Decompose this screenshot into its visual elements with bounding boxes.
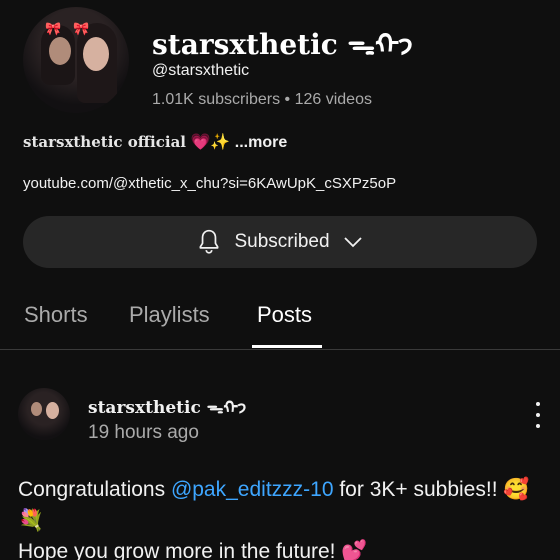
channel-name-suffix: ᯓᡣ𐭩 xyxy=(347,28,413,61)
mention-link[interactable]: @pak_editzzz-10 xyxy=(171,478,334,501)
channel-avatar[interactable]: 🎀 🎀 xyxy=(23,7,129,113)
channel-title: starsxthetic ᯓᡣ𐭩 xyxy=(152,14,413,64)
chevron-down-icon xyxy=(343,237,362,248)
tab-shorts[interactable]: Shorts xyxy=(24,302,88,328)
channel-description[interactable]: starsxthetic official 💗✨ ...more xyxy=(23,132,287,152)
post-author-name: starsxthetic xyxy=(88,398,201,418)
channel-tabs: Shorts Playlists Posts xyxy=(0,296,560,350)
channel-stats: 1.01K subscribers • 126 videos xyxy=(152,91,372,109)
avatar-face xyxy=(83,37,109,71)
description-text: starsxthetic official xyxy=(23,133,187,151)
subscribed-label: Subscribed xyxy=(234,231,330,252)
subscribed-button[interactable]: Subscribed xyxy=(23,216,537,268)
post-text-line2: Hope you grow more in the future! 💕 xyxy=(18,540,368,560)
channel-link[interactable]: youtube.com/@xthetic_x_chu?si=6KAwUpK_cS… xyxy=(23,175,396,192)
stats-separator: • xyxy=(284,91,291,108)
description-emoji: 💗✨ xyxy=(190,134,231,151)
channel-name-text: starsxthetic xyxy=(152,28,338,61)
tab-posts[interactable]: Posts xyxy=(257,302,312,328)
post-author-avatar[interactable] xyxy=(18,388,70,440)
avatar-face xyxy=(49,37,71,65)
subscriber-count: 1.01K subscribers xyxy=(152,91,281,108)
bell-icon xyxy=(199,229,219,254)
avatar-face xyxy=(46,402,59,419)
more-link[interactable]: ...more xyxy=(235,134,287,151)
more-options-icon[interactable] xyxy=(528,402,548,428)
post-timestamp: 19 hours ago xyxy=(88,422,199,443)
video-count: 126 videos xyxy=(294,91,372,108)
channel-handle: @starsxthetic xyxy=(152,62,250,79)
post-text: Congratulations @pak_editzzz-10 for 3K+ … xyxy=(18,474,548,560)
post-text-start: Congratulations xyxy=(18,478,171,501)
post-author-suffix: ᯓᡣ𐭩 xyxy=(206,398,247,418)
dot xyxy=(536,402,540,406)
dot xyxy=(536,424,540,428)
active-tab-indicator xyxy=(252,345,322,348)
post-author[interactable]: starsxthetic ᯓᡣ𐭩 xyxy=(88,388,246,419)
dot xyxy=(536,413,540,417)
bow-icon: 🎀 xyxy=(73,21,90,36)
bow-icon: 🎀 xyxy=(45,21,62,36)
tab-playlists[interactable]: Playlists xyxy=(129,302,210,328)
avatar-face xyxy=(31,402,42,416)
